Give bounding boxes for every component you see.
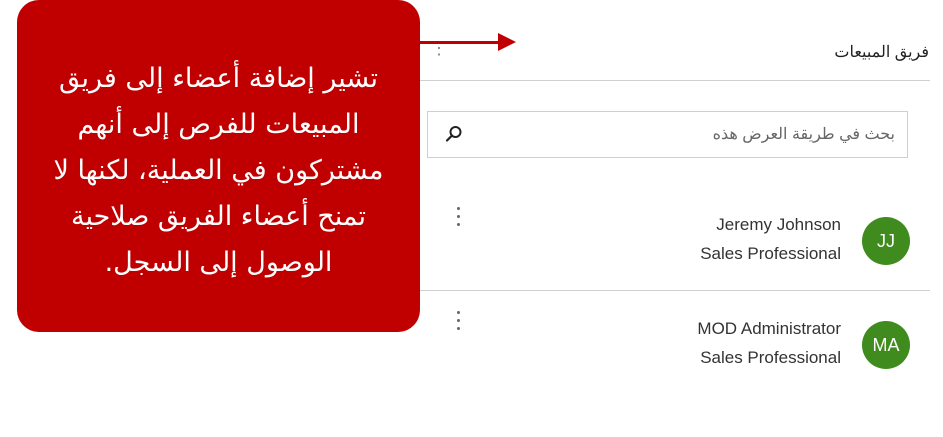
member-row[interactable]: MA MOD Administrator Sales Professional [418,291,930,394]
search-icon[interactable] [444,124,464,144]
member-role: Sales Professional [700,244,841,263]
search-input[interactable] [470,112,895,157]
callout-arrow [420,41,500,44]
member-role: Sales Professional [700,348,841,367]
panel-title: فريق المبيعات [834,44,929,61]
sales-team-panel: فريق المبيعات ⋮ JJ Jeremy Johnson Sales … [0,0,943,437]
search-box [427,111,908,158]
avatar: MA [862,321,910,369]
more-vertical-icon[interactable] [452,205,466,231]
member-name[interactable]: Jeremy Johnson [716,215,841,235]
header-divider [418,80,930,81]
avatar: JJ [862,217,910,265]
more-vertical-icon[interactable] [452,309,466,335]
member-name[interactable]: MOD Administrator [697,319,841,339]
arrow-head-icon [498,33,516,51]
member-row[interactable]: JJ Jeremy Johnson Sales Professional [418,187,930,290]
annotation-callout: تشير إضافة أعضاء إلى فريق المبيعات للفرص… [17,0,420,332]
